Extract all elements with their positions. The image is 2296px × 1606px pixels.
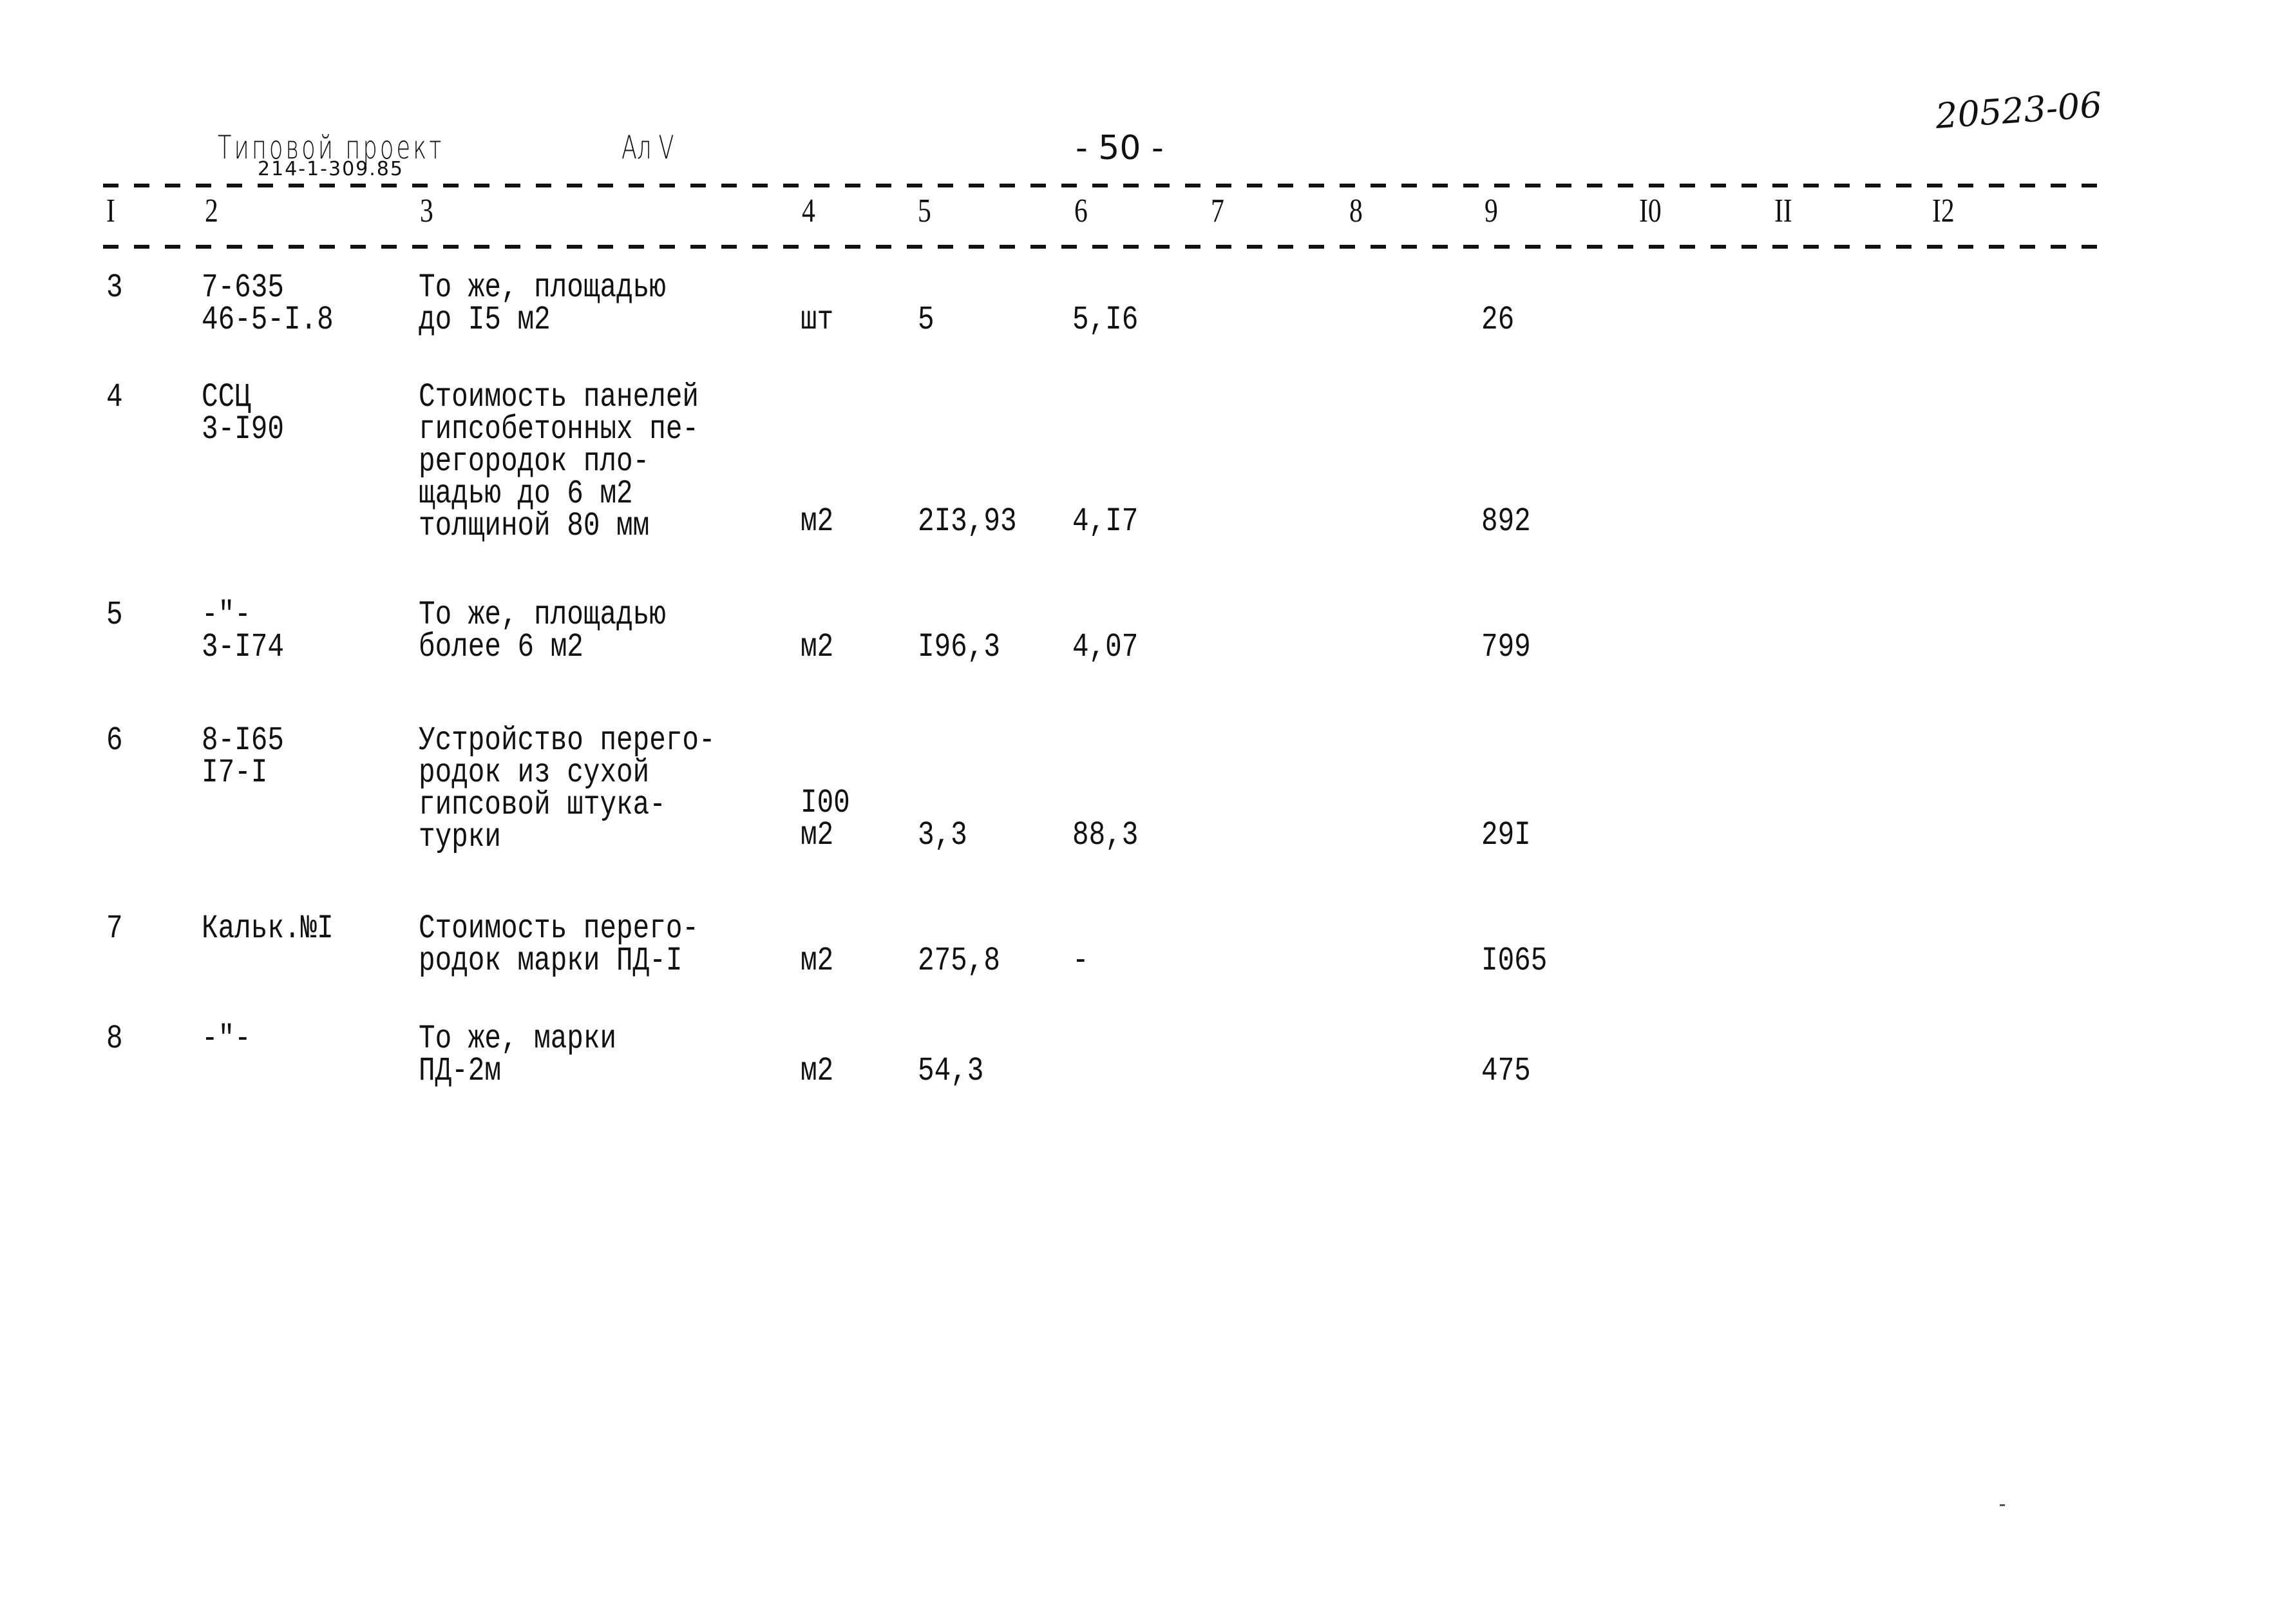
column-header: II	[1774, 193, 1792, 229]
row-price: 4,I7	[1072, 502, 1139, 540]
row-reference: ССЦ 3-I90	[202, 378, 284, 448]
row-price: 88,3	[1072, 816, 1139, 854]
row-description: То же, марки ПД-2м	[419, 1020, 617, 1090]
row-unit: шт	[801, 301, 834, 339]
row-quantity: 5	[918, 301, 935, 339]
row-description: Устройство перего- родок из сухой гипсов…	[419, 722, 716, 856]
row-quantity: 3,3	[918, 816, 967, 854]
row-total: I065	[1481, 942, 1548, 980]
row-total: 29I	[1481, 816, 1531, 854]
row-number: 8	[106, 1020, 123, 1058]
column-header: 2	[205, 193, 218, 229]
row-unit: м2	[801, 502, 834, 540]
row-number: 6	[106, 722, 123, 760]
row-quantity: I96,3	[918, 628, 1000, 666]
scan-speck	[2000, 1504, 2005, 1506]
column-header: I2	[1932, 193, 1955, 229]
row-total: 799	[1481, 628, 1531, 666]
row-quantity: 275,8	[918, 942, 1000, 980]
row-unit: м2	[801, 1052, 834, 1090]
row-quantity: 54,3	[918, 1052, 984, 1090]
column-header: I0	[1639, 193, 1662, 229]
row-total: 26	[1481, 301, 1515, 339]
row-number: 4	[106, 378, 123, 416]
column-header: 6	[1074, 193, 1088, 229]
column-header: 5	[918, 193, 931, 229]
row-price: 5,I6	[1072, 301, 1139, 339]
row-total: 475	[1481, 1052, 1531, 1090]
row-unit: I00 м2	[801, 784, 850, 854]
row-description: То же, площадью более 6 м2	[419, 596, 666, 666]
page-number: - 50 -	[1076, 129, 1164, 167]
header-divider-bottom	[103, 245, 2112, 249]
project-code: 214-1-309.85	[258, 158, 404, 180]
row-description: Стоимость перего- родок марки ПД-I	[419, 910, 699, 980]
column-header: 4	[802, 193, 815, 229]
column-header: I	[106, 193, 115, 229]
row-total: 892	[1481, 502, 1531, 540]
row-unit: м2	[801, 628, 834, 666]
row-quantity: 2I3,93	[918, 502, 1017, 540]
row-reference: 8-I65 I7-I	[202, 722, 284, 792]
row-number: 5	[106, 596, 123, 634]
row-number: 7	[106, 910, 123, 948]
row-description: То же, площадью до I5 м2	[419, 269, 666, 339]
header-divider-top	[103, 184, 2112, 187]
row-reference: -"- 3-I74	[202, 596, 284, 666]
row-price: -	[1072, 942, 1089, 980]
album-label: Ал V	[621, 129, 674, 166]
column-header: 8	[1349, 193, 1363, 229]
column-header: 7	[1211, 193, 1224, 229]
row-unit: м2	[801, 942, 834, 980]
row-description: Стоимость панелей гипсобетонных пе- рего…	[419, 378, 699, 545]
row-reference: Кальк.№I	[202, 910, 334, 948]
column-header: 3	[420, 193, 433, 229]
archive-stamp: 20523-06	[1934, 84, 2103, 137]
row-reference: -"-	[202, 1020, 251, 1058]
row-price: 4,07	[1072, 628, 1139, 666]
row-number: 3	[106, 269, 123, 307]
row-reference: 7-635 46-5-I.8	[202, 269, 334, 339]
column-header: 9	[1485, 193, 1498, 229]
